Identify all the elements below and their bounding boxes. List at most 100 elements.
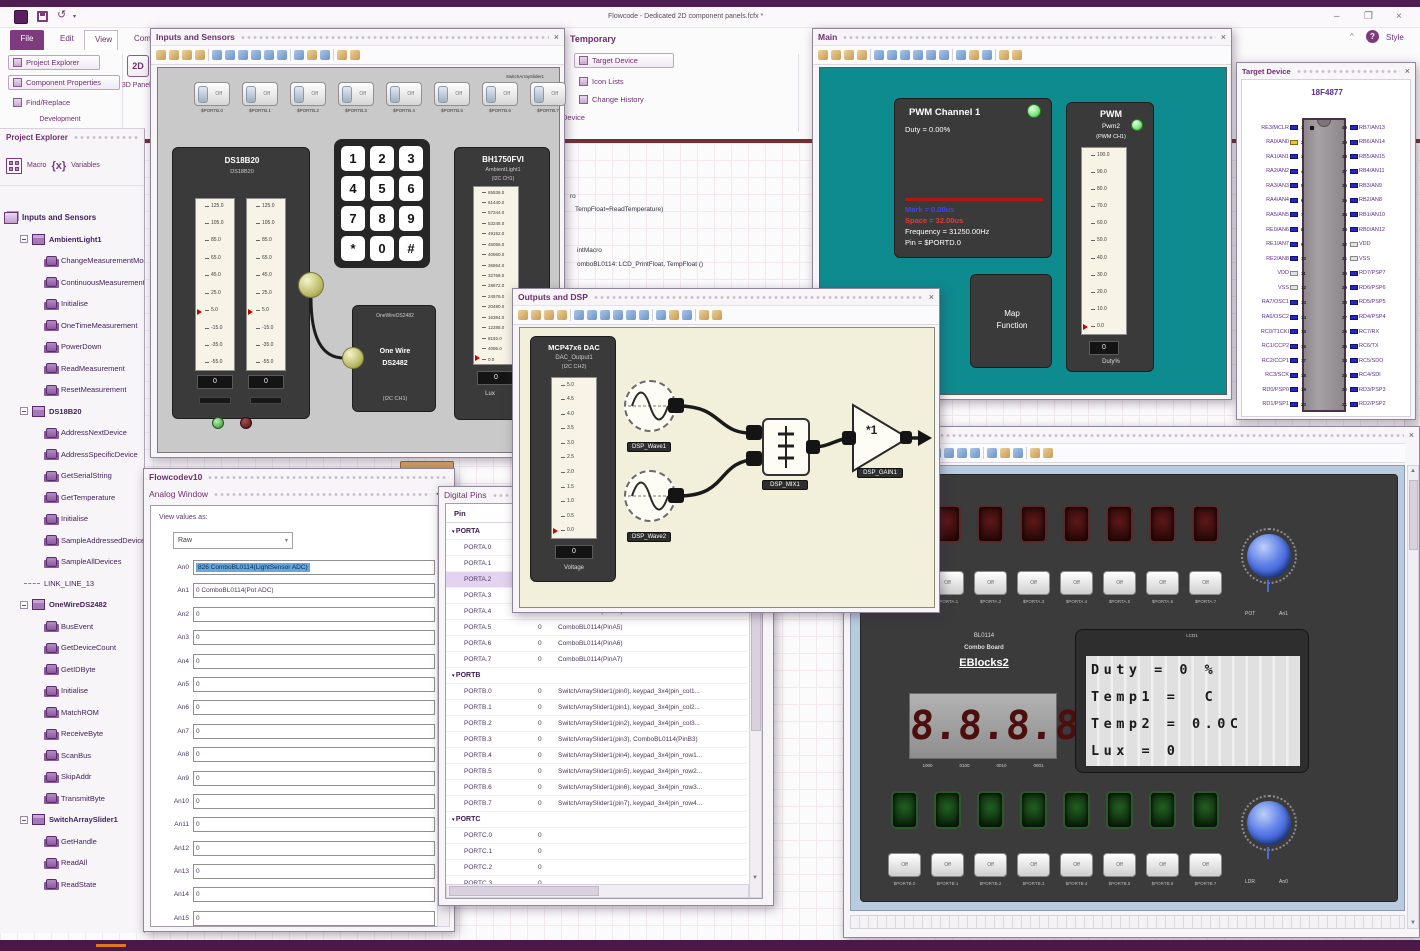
digital-pin-row[interactable]: PORTB.6 0 SwitchArraySlider1(pin6), keyp… [446, 780, 748, 796]
toolbar-icon[interactable] [169, 50, 179, 60]
toolbar-icon[interactable] [182, 50, 192, 60]
board-switch[interactable]: Off $PORTB.3 [1017, 853, 1050, 886]
keypad-key[interactable]: 1 [341, 146, 365, 171]
toggle-switch[interactable]: Off $PORTB.0 [194, 82, 230, 113]
tree-item[interactable]: ReadMeasurement [0, 358, 144, 380]
tree-item[interactable]: ChangeMeasurementMode [0, 250, 144, 272]
toolbar-icon[interactable] [857, 50, 867, 60]
analog-value-field[interactable]: 0 [193, 606, 435, 622]
toolbar-icon[interactable] [652, 309, 653, 321]
board-switch[interactable]: Off $PORTB.0 [888, 853, 921, 886]
toolbar-icon[interactable] [1026, 447, 1027, 459]
toggle-switch[interactable]: Off $PORTB.4 [386, 82, 422, 113]
toolbar-icon[interactable] [544, 310, 554, 320]
toolbar-icon[interactable] [212, 50, 222, 60]
toolbar-icon[interactable] [156, 50, 166, 60]
toolbar-icon[interactable] [926, 50, 936, 60]
digital-pin-row[interactable]: PORTB.7 0 SwitchArraySlider1(pin7), keyp… [446, 796, 748, 812]
target-device-toggle[interactable]: Target Device [574, 53, 674, 68]
toolbar-icon[interactable] [913, 50, 923, 60]
toolbar-icon[interactable] [557, 310, 567, 320]
toolbar-icon[interactable] [982, 50, 992, 60]
digital-pin-row[interactable]: PORTB.5 0 SwitchArraySlider1(pin5), keyp… [446, 764, 748, 780]
tree-item[interactable]: AddressNextDevice [0, 422, 144, 444]
change-history-toggle[interactable]: Change History [574, 92, 684, 107]
toolbar-icon[interactable] [870, 49, 871, 61]
digital-pin-row[interactable]: PORTB.4 0 SwitchArraySlider1(pin4), keyp… [446, 748, 748, 764]
tree-item[interactable]: ContinuousMeasurement [0, 272, 144, 294]
toolbar-icon[interactable] [277, 50, 287, 60]
toolbar-icon[interactable] [900, 50, 910, 60]
toolbar-icon[interactable] [699, 310, 709, 320]
digital-pin-row[interactable]: PORTA.5 0 ComboBL0114(PinA5) [446, 620, 748, 636]
toolbar-icon[interactable] [939, 50, 949, 60]
analog-value-field[interactable]: 0 [193, 817, 435, 833]
switch-knob[interactable] [486, 86, 496, 103]
close-icon[interactable]: × [929, 292, 934, 302]
analog-value-field[interactable]: 0 [193, 910, 435, 926]
toolbar-icon[interactable] [999, 50, 1009, 60]
toolbar-icon[interactable] [818, 50, 828, 60]
toggle-switch[interactable]: Off $PORTB.1 [242, 82, 278, 113]
tree-item[interactable]: AmbientLight1 [0, 229, 144, 251]
analog-value-field[interactable]: 0 [193, 770, 435, 786]
keypad-key[interactable]: # [399, 236, 423, 261]
toolbar-icon[interactable] [1000, 448, 1010, 458]
toolbar-icon[interactable] [570, 309, 571, 321]
toolbar-icon[interactable] [987, 448, 997, 458]
toolbar-icon[interactable] [350, 50, 360, 60]
digital-pin-row[interactable]: PORTB.0 0 SwitchArraySlider1(pin0), keyp… [446, 684, 748, 700]
style-button[interactable]: Style [1386, 33, 1404, 42]
save-icon[interactable] [37, 11, 48, 22]
digital-pin-row[interactable]: PORTC [446, 812, 748, 828]
toggle-switch[interactable]: Off $PORTB.5 [434, 82, 470, 113]
help-icon[interactable]: ? [1366, 30, 1379, 43]
scroll-up-icon[interactable]: ▲ [1410, 468, 1416, 474]
tree-item[interactable]: GetTemperature [0, 487, 144, 509]
digital-pin-row[interactable]: PORTC.0 0 [446, 828, 748, 844]
keypad-key[interactable]: 0 [370, 236, 394, 261]
tree-item[interactable]: ReceiveByte [0, 723, 144, 745]
toolbar-icon[interactable] [639, 310, 649, 320]
keypad-key[interactable]: 4 [341, 176, 365, 201]
toolbar-icon[interactable] [944, 448, 954, 458]
digital-pin-row[interactable]: PORTB.3 0 SwitchArraySlider1(pin3), Comb… [446, 732, 748, 748]
tab-edit[interactable]: Edit [50, 30, 80, 50]
tree-item[interactable]: LINK_LINE_13 [0, 573, 144, 595]
switch-knob[interactable] [198, 86, 208, 103]
tree-item[interactable]: ReadState [0, 874, 144, 894]
analog-value-field[interactable]: 0 ComboBL0114(Pot ADC) [193, 583, 435, 599]
analog-value-field[interactable]: 0 [193, 840, 435, 856]
find-replace-button[interactable]: Find/Replace [8, 95, 100, 110]
dsp-mix-block[interactable] [762, 418, 810, 476]
scroll-thumb[interactable] [1409, 480, 1418, 550]
toolbar-icon[interactable] [238, 50, 248, 60]
analog-value-field[interactable]: 826 ComboBL0114(LightSensor ADC) [193, 560, 435, 575]
toolbar-icon[interactable] [600, 310, 610, 320]
switch-knob[interactable] [294, 86, 304, 103]
toolbar-icon[interactable] [587, 310, 597, 320]
close-icon[interactable]: × [1409, 430, 1414, 440]
board-switch[interactable]: Off $PORTB.2 [974, 853, 1007, 886]
analog-value-field[interactable]: 0 [193, 700, 435, 716]
toolbar-icon[interactable] [712, 310, 722, 320]
toolbar-icon[interactable] [531, 310, 541, 320]
toggle-switch[interactable]: Off $PORTB.7 [530, 82, 566, 113]
toolbar-icon[interactable] [613, 310, 623, 320]
connection-node-2[interactable] [342, 347, 364, 369]
tree-item[interactable]: Initialise [0, 508, 144, 530]
close-icon[interactable]: × [554, 32, 559, 42]
toolbar-icon[interactable] [290, 49, 291, 61]
tree-item[interactable]: SampleAddressedDevice [0, 530, 144, 552]
keypad-key[interactable]: 5 [370, 176, 394, 201]
dsp-wave2-block[interactable] [624, 470, 676, 522]
toolbar-icon[interactable] [337, 50, 347, 60]
toolbar-icon[interactable] [983, 447, 984, 459]
analog-value-field[interactable]: 0 [193, 747, 435, 763]
toolbar-icon[interactable] [307, 50, 317, 60]
toolbar-icon[interactable] [1013, 448, 1023, 458]
tree-item[interactable]: SwitchArraySlider1 [0, 809, 144, 831]
switch-knob[interactable] [438, 86, 448, 103]
toolbar-icon[interactable] [626, 310, 636, 320]
digital-pin-row[interactable]: PORTA.7 0 ComboBL0114(PinA7) [446, 652, 748, 668]
